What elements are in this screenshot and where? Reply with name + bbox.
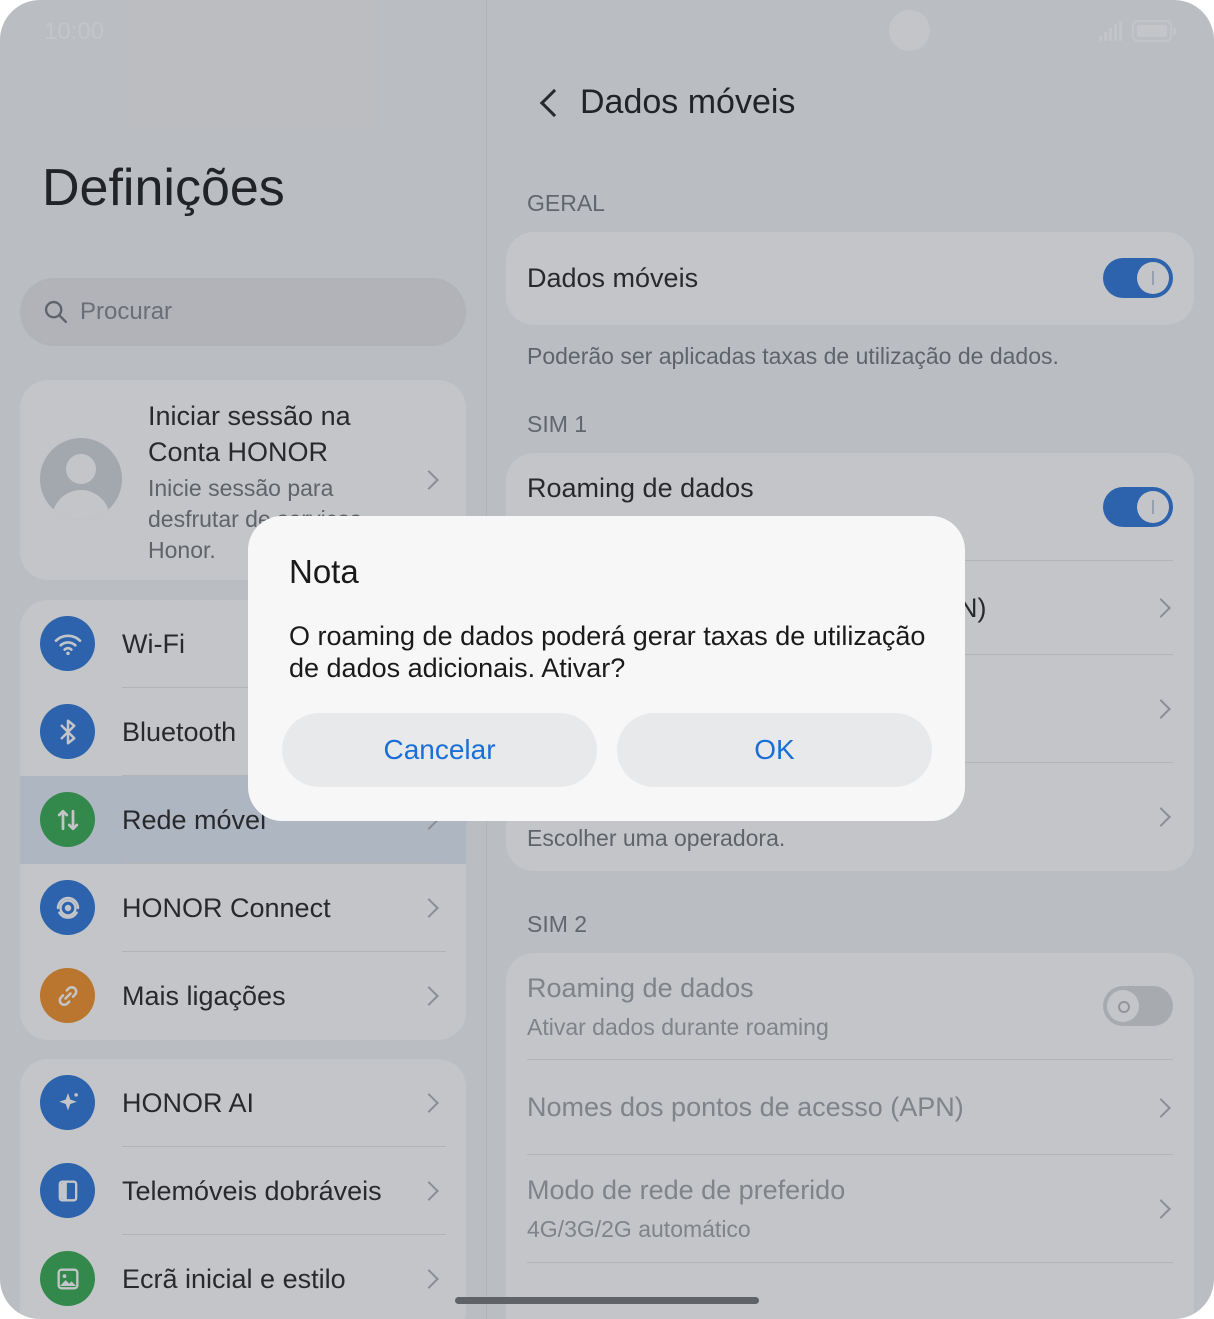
dialog-message: O roaming de dados poderá gerar taxas de… <box>289 621 926 683</box>
device-screen: Definições Iniciar sessão na Conta HONOR… <box>0 0 1214 1319</box>
cancel-button[interactable]: Cancelar <box>282 713 597 787</box>
ok-button[interactable]: OK <box>617 713 932 787</box>
home-indicator[interactable] <box>455 1297 759 1304</box>
roaming-dialog: Nota O roaming de dados poderá gerar tax… <box>248 516 965 821</box>
dialog-title: Nota <box>289 553 359 590</box>
